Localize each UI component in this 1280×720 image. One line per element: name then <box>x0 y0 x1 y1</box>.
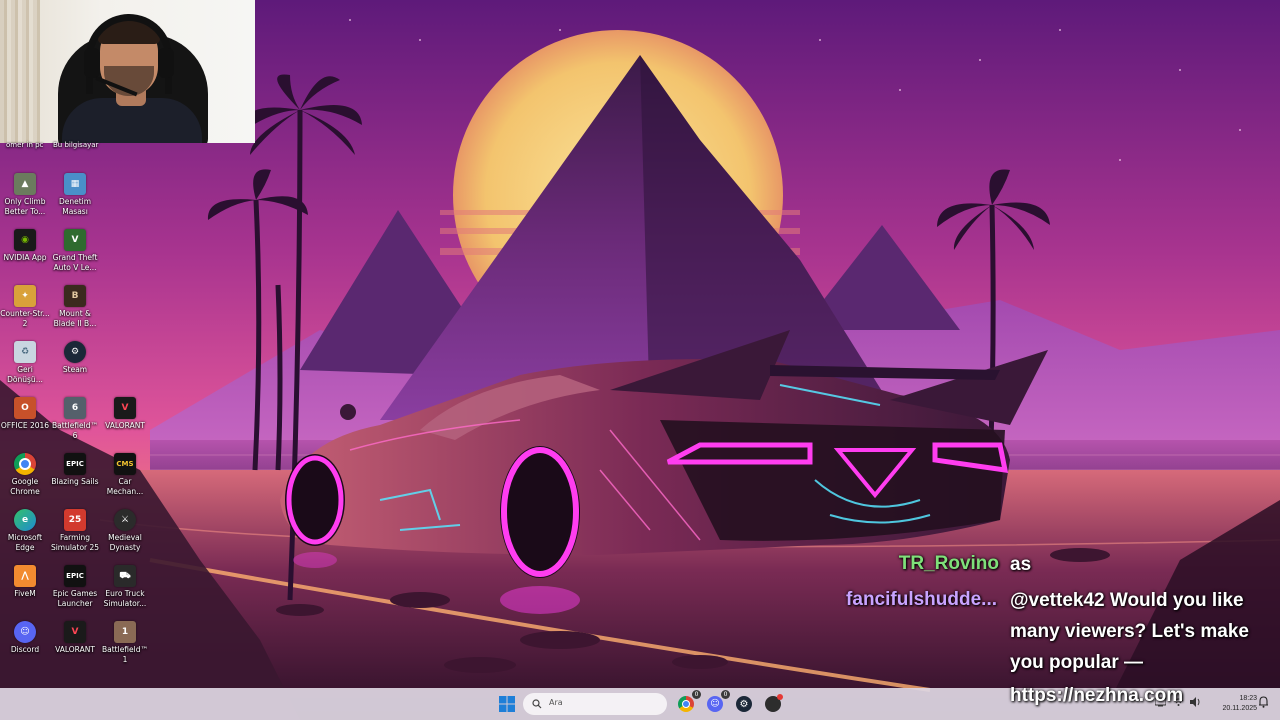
counter-strike-icon: ✦ <box>14 285 36 307</box>
valorant-icon: V <box>64 621 86 643</box>
desktop-icon-label: Euro Truck Simulator... <box>103 589 147 608</box>
clock-time: 18:23 <box>1239 695 1257 702</box>
desktop-icon-label: Only Climb Better To... <box>4 197 46 216</box>
car-mechanic-icon: CMS <box>114 453 136 475</box>
desktop-icon-battlefield-6[interactable]: 6 Battlefield™ 6 <box>50 397 100 440</box>
desktop-icon-label: Epic Games Launcher <box>52 589 98 608</box>
medieval-dynasty-icon: ⚔ <box>114 509 136 531</box>
desktop-icon-label: Farming Simulator 25 <box>50 533 100 552</box>
taskbar-discord-button[interactable]: ☺ 0 <box>704 690 730 715</box>
bannerlord-icon: B <box>64 285 86 307</box>
headset-cup-right <box>158 48 174 78</box>
recycle-bin-icon: ♻ <box>14 341 36 363</box>
nvidia-icon: ◉ <box>14 229 36 251</box>
steam-icon: ⚙ <box>64 341 86 363</box>
desktop-icon-medieval-dynasty[interactable]: ⚔ Medieval Dynasty <box>100 509 150 552</box>
fivem-icon: ⋀ <box>14 565 36 587</box>
discord-icon: ☺ <box>14 621 36 643</box>
volume-icon[interactable] <box>1190 697 1201 710</box>
desktop-icon-label: VALORANT <box>105 421 145 430</box>
desktop-icon-only-climb[interactable]: ▲ Only Climb Better To... <box>0 173 50 216</box>
desktop-icon-label: Car Mechan... <box>106 477 144 496</box>
desktop-icon-label: Discord <box>10 645 40 654</box>
discord-icon: ☺ <box>707 696 723 712</box>
desktop-icon-nvidia-app[interactable]: ◉ NVIDIA App <box>0 229 50 263</box>
office-icon: O <box>14 397 36 419</box>
network-icon[interactable] <box>1154 697 1167 710</box>
desktop-icon-control-panel[interactable]: ▦ Denetim Masası <box>50 173 100 216</box>
desktop-icon-label: Grand Theft Auto V Le... <box>52 253 98 272</box>
desktop-icon-label: Medieval Dynasty <box>108 533 142 552</box>
search-icon <box>532 699 542 709</box>
desktop-icon-google-chrome[interactable]: Google Chrome <box>0 453 50 496</box>
webcam-overlay <box>0 0 255 143</box>
desktop-icon-microsoft-edge[interactable]: e Microsoft Edge <box>0 509 50 552</box>
desktop-icon-euro-truck[interactable]: ⛟ Euro Truck Simulator... <box>100 565 150 608</box>
wifi-icon[interactable] <box>1173 697 1184 710</box>
search-placeholder: Ara <box>549 698 563 707</box>
desktop-icon-fivem[interactable]: ⋀ FiveM <box>0 565 50 599</box>
desktop-icon-label: VALORANT <box>55 645 95 654</box>
system-clock[interactable]: 18:23 20.11.2025 <box>1205 694 1257 714</box>
desktop-icon-label: Steam <box>62 365 88 374</box>
epic-games-icon: EPIC <box>64 565 86 587</box>
valorant-icon: V <box>114 397 136 419</box>
desktop-icon-gta-v[interactable]: V Grand Theft Auto V Le... <box>50 229 100 272</box>
tray-overflow-chevron[interactable]: ^ <box>1133 698 1141 708</box>
desktop-icon-blazing-sails[interactable]: EPIC Blazing Sails <box>50 453 100 487</box>
desktop-icon-label: Battlefield™ 6 <box>51 421 98 440</box>
desktop-icon-label: NVIDIA App <box>3 253 47 262</box>
desktop-icon-counter-strike[interactable]: ✦ Counter-Str... 2 <box>0 285 50 328</box>
blazing-sails-icon: EPIC <box>64 453 86 475</box>
desktop-icon-battlefield-1[interactable]: 1 Battlefield™ 1 <box>100 621 150 664</box>
taskbar-app-button[interactable] <box>762 693 784 715</box>
farming-sim-icon: 25 <box>64 509 86 531</box>
chrome-icon <box>14 453 36 475</box>
desktop-icon-label: Blazing Sails <box>51 477 99 486</box>
desktop-icon-label: FiveM <box>14 589 36 598</box>
desktop-icon-label: OFFICE 2016 <box>0 421 50 430</box>
start-button[interactable] <box>496 693 518 715</box>
headset-cup-left <box>84 48 100 78</box>
desktop-icon-label: Denetim Masası <box>58 197 92 216</box>
battlefield1-icon: 1 <box>114 621 136 643</box>
desktop-icon-label: Microsoft Edge <box>7 533 43 552</box>
desktop-icon-label: Google Chrome <box>10 477 40 496</box>
steam-icon: ⚙ <box>736 696 752 712</box>
desktop-icon-steam[interactable]: ⚙ Steam <box>50 341 100 375</box>
battlefield6-icon: 6 <box>64 397 86 419</box>
climb-game-icon: ▲ <box>14 173 36 195</box>
desktop-icon-label: Counter-Str... 2 <box>0 309 50 328</box>
desktop-icon-office-2016[interactable]: O OFFICE 2016 <box>0 397 50 431</box>
chrome-icon <box>678 696 694 712</box>
desktop-icon-discord[interactable]: ☺ Discord <box>0 621 50 655</box>
edge-icon: e <box>14 509 36 531</box>
taskbar-chrome-button[interactable]: 0 <box>675 690 701 715</box>
desktop-icon-farming-simulator[interactable]: 25 Farming Simulator 25 <box>50 509 100 552</box>
clock-date: 20.11.2025 <box>1222 705 1257 712</box>
desktop-icon-label-this-pc-user[interactable]: omer in pc <box>6 141 43 149</box>
desktop-icon-epic-games[interactable]: EPIC Epic Games Launcher <box>50 565 100 608</box>
chrome-badge: 0 <box>692 690 701 699</box>
desktop-icon-label-this-pc[interactable]: Bu bilgisayar <box>53 141 98 149</box>
desktop-icon-recycle-bin[interactable]: ♻ Geri Dönüşü... <box>0 341 50 384</box>
curtain <box>0 0 40 143</box>
taskbar-steam-button[interactable]: ⚙ <box>733 693 755 715</box>
euro-truck-icon: ⛟ <box>114 565 136 587</box>
desktop-icon-valorant-2[interactable]: V VALORANT <box>50 621 100 655</box>
desktop-icon-car-mechanic[interactable]: CMS Car Mechan... <box>100 453 150 496</box>
desktop-icon-bannerlord[interactable]: B Mount & Blade II B... <box>50 285 100 328</box>
desktop-icon-valorant[interactable]: V VALORANT <box>100 397 150 431</box>
gta-icon: V <box>64 229 86 251</box>
control-panel-icon: ▦ <box>64 173 86 195</box>
desktop-icon-label: Mount & Blade II B... <box>53 309 97 328</box>
game-app-icon <box>765 694 783 712</box>
windows-start-icon <box>499 696 515 712</box>
desktop-icon-label: Battlefield™ 1 <box>101 645 148 664</box>
desktop-icon-label: Geri Dönüşü... <box>7 365 43 384</box>
discord-badge: 0 <box>721 690 730 699</box>
taskbar-search-box[interactable]: Ara <box>523 693 667 715</box>
taskbar: Ara 0 ☺ 0 ⚙ ^ 18:23 20.11.2025 <box>0 688 1280 720</box>
notification-bell-icon[interactable] <box>1258 696 1269 711</box>
